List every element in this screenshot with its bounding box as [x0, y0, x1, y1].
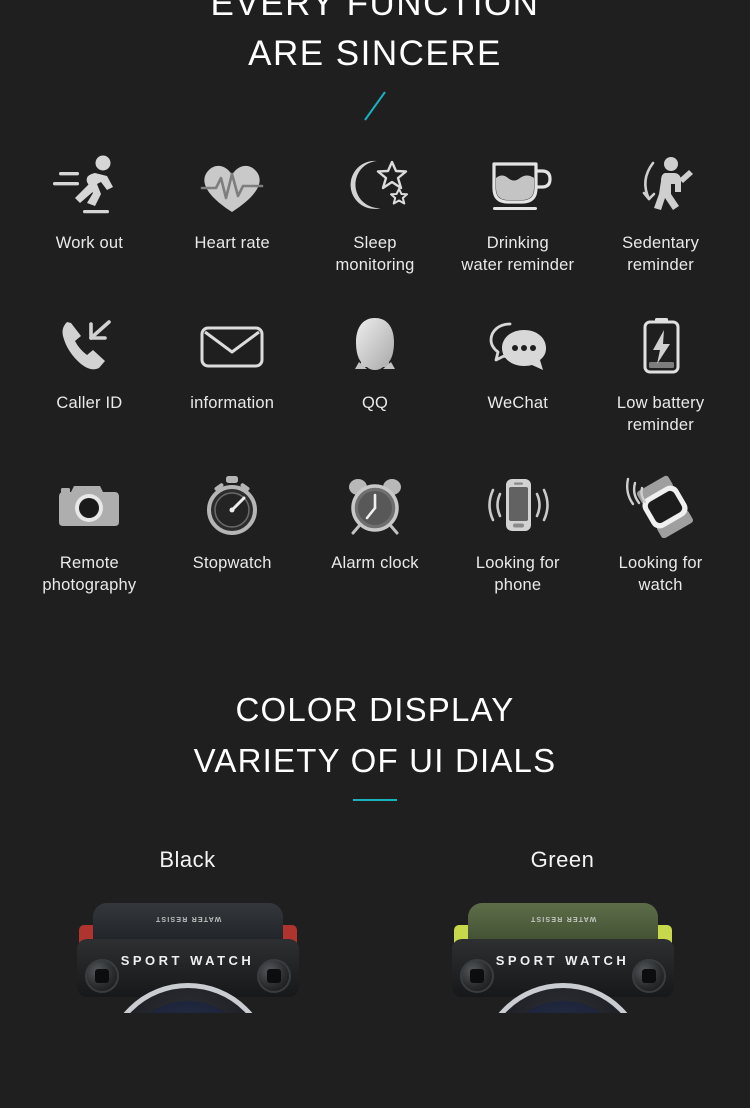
watch-crown-left[interactable] — [84, 959, 119, 993]
stretching-man-icon — [589, 150, 732, 222]
feature-label: Stopwatch — [192, 554, 272, 572]
camera-icon — [18, 470, 161, 542]
running-man-icon — [18, 150, 161, 222]
feature-label: Caller ID — [56, 394, 123, 412]
watch-preview: WATER RESIST SPORT WATCH — [418, 893, 708, 1013]
variant-label: Green — [530, 847, 595, 872]
water-resist-text: WATER RESIST — [154, 915, 221, 922]
feature-item-sedentary-reminder[interactable]: Sedentary reminder — [589, 150, 732, 276]
incoming-call-icon — [18, 310, 161, 382]
section-underline — [353, 799, 397, 801]
feature-item-stopwatch[interactable]: Stopwatch — [161, 470, 304, 596]
feature-row: Remote photography Stopwatch Alarm clock… — [18, 470, 732, 596]
feature-item-caller-id[interactable]: Caller ID — [18, 310, 161, 436]
feature-label: Remote photography — [42, 554, 137, 594]
smartwatch-icon — [589, 470, 732, 542]
alarm-clock-icon — [304, 470, 447, 542]
feature-item-alarm-clock[interactable]: Alarm clock — [304, 470, 447, 596]
feature-label: QQ — [361, 394, 389, 412]
variant-black[interactable]: Black WATER RESIST SPORT WATCH — [0, 847, 375, 1013]
wechat-bubbles-icon — [446, 310, 589, 382]
feature-label: Low battery reminder — [616, 394, 705, 434]
feature-item-looking-for-phone[interactable]: Looking for phone — [446, 470, 589, 596]
watch-dial-inner — [496, 1001, 629, 1013]
feature-item-qq[interactable]: QQ — [304, 310, 447, 436]
watch-preview: WATER RESIST SPORT WATCH — [43, 893, 333, 1013]
stopwatch-icon — [161, 470, 304, 542]
variant-green[interactable]: Green WATER RESIST SPORT WATCH — [375, 847, 750, 1013]
hero-title-line2: ARE SINCERE — [248, 34, 502, 73]
section-title-line2: VARIETY OF UI DIALS — [193, 742, 557, 779]
feature-label: Sleep monitoring — [335, 234, 415, 274]
feature-label: Sedentary reminder — [622, 234, 700, 274]
variant-label: Black — [159, 847, 216, 872]
feature-label: Alarm clock — [331, 554, 419, 572]
section-underline-wrap — [0, 799, 750, 801]
feature-row: Work out Heart rate Sleep monitoring Dri… — [18, 150, 732, 276]
watch-crown-right[interactable] — [256, 959, 291, 993]
feature-label: Work out — [55, 234, 124, 252]
envelope-icon — [161, 310, 304, 382]
feature-item-remote-photography[interactable]: Remote photography — [18, 470, 161, 596]
feature-item-drinking-water[interactable]: Drinking water reminder — [446, 150, 589, 276]
feature-item-low-battery[interactable]: Low battery reminder — [589, 310, 732, 436]
hero-title-line1: EVERY FUNCTION — [210, 0, 540, 23]
water-cup-icon — [446, 150, 589, 222]
feature-item-looking-for-watch[interactable]: Looking for watch — [589, 470, 732, 596]
vibrating-phone-icon — [446, 470, 589, 542]
feature-item-work-out[interactable]: Work out — [18, 150, 161, 276]
heart-pulse-icon — [161, 150, 304, 222]
feature-item-wechat[interactable]: WeChat — [446, 310, 589, 436]
color-display-section: COLOR DISPLAY VARIETY OF UI DIALS — [0, 688, 750, 801]
feature-label: Heart rate — [194, 234, 270, 252]
section-title-line1: COLOR DISPLAY — [235, 691, 515, 728]
feature-item-information[interactable]: information — [161, 310, 304, 436]
feature-label: information — [190, 394, 275, 412]
water-resist-text: WATER RESIST — [529, 915, 596, 922]
hero-accent-wrap — [0, 76, 750, 136]
feature-item-sleep-monitoring[interactable]: Sleep monitoring — [304, 150, 447, 276]
low-battery-icon — [589, 310, 732, 382]
watch-color-variants: Black WATER RESIST SPORT WATCH Green WAT… — [0, 847, 750, 1013]
watch-dial-inner — [121, 1001, 254, 1013]
hero-section: EVERY FUNCTION ARE SINCERE — [0, 0, 750, 136]
feature-item-heart-rate[interactable]: Heart rate — [161, 150, 304, 276]
feature-label: WeChat — [487, 394, 549, 412]
feature-label: Looking for watch — [618, 554, 703, 594]
moon-stars-icon — [304, 150, 447, 222]
watch-crown-left[interactable] — [459, 959, 494, 993]
feature-grid: Work out Heart rate Sleep monitoring Dri… — [0, 150, 750, 596]
qq-penguin-icon — [304, 310, 447, 382]
diagonal-accent-icon — [364, 91, 386, 121]
feature-label: Drinking water reminder — [461, 234, 575, 274]
watch-crown-right[interactable] — [631, 959, 666, 993]
feature-label: Looking for phone — [475, 554, 560, 594]
feature-row: Caller ID information QQ WeChat Low batt… — [18, 310, 732, 436]
